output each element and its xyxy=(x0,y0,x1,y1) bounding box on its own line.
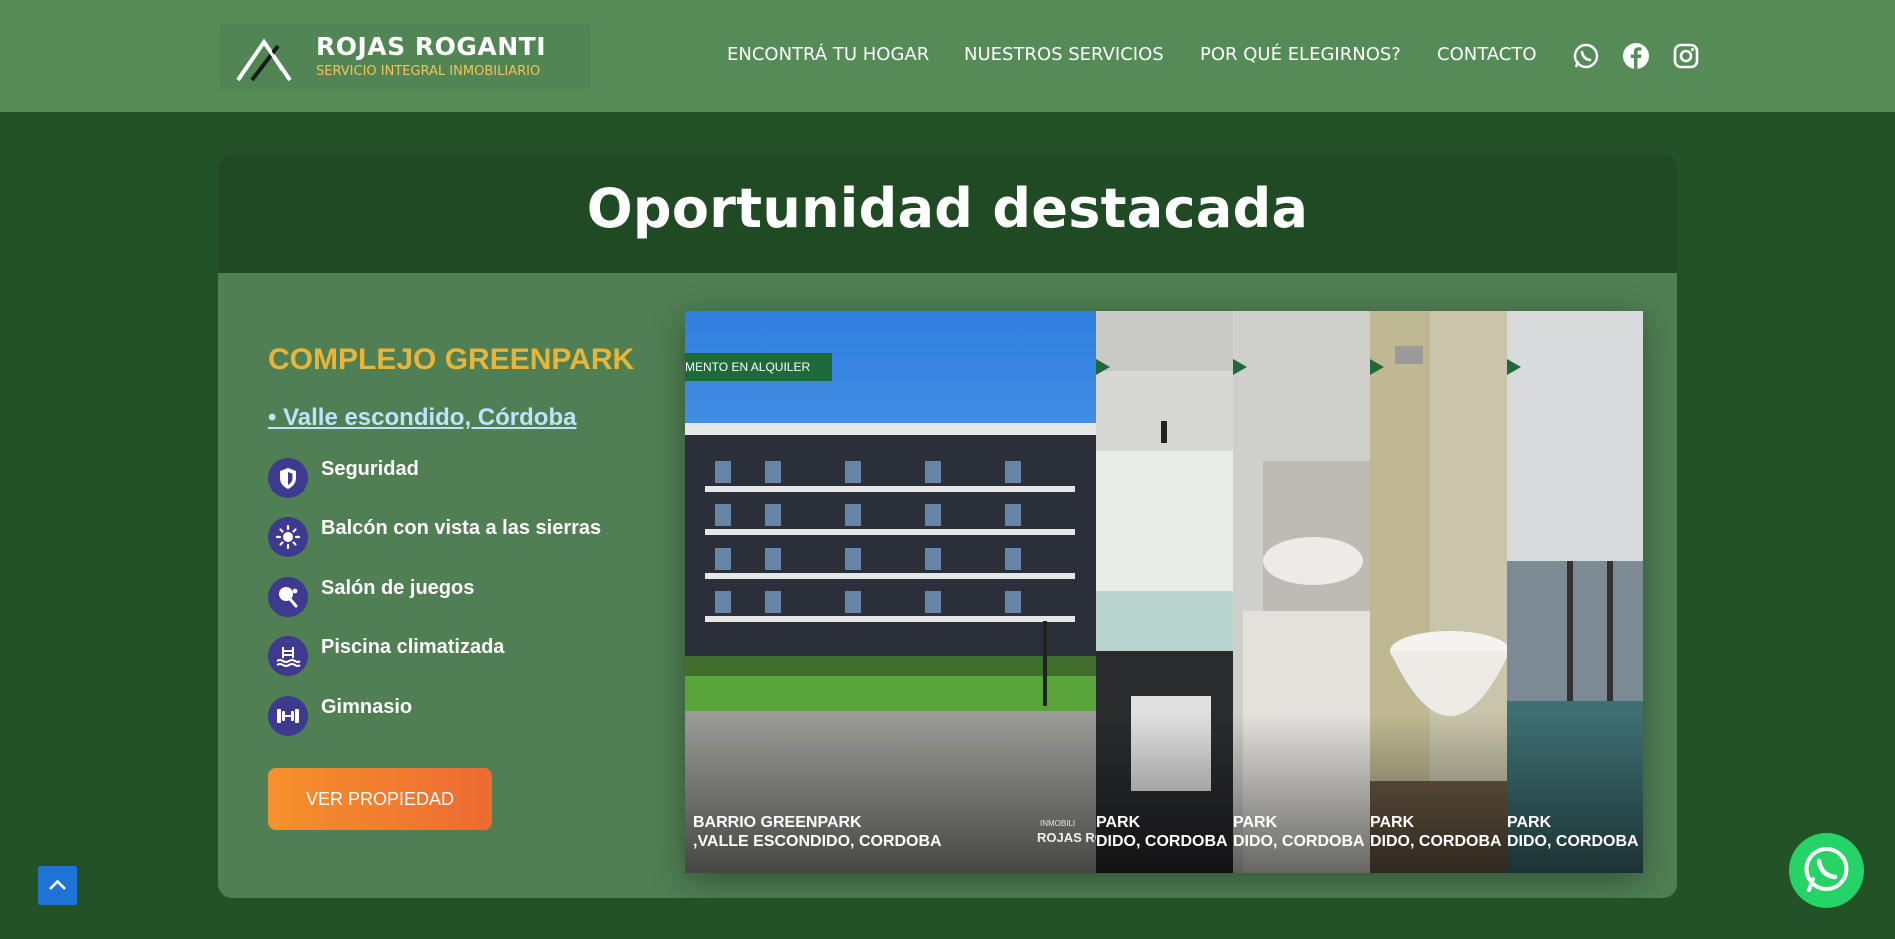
property-location-link[interactable]: • Valle escondido, Córdoba xyxy=(268,404,576,432)
feature-item: Piscina climatizada xyxy=(268,636,628,680)
slide-caption-line2: DIDO, CORDOBA xyxy=(1096,833,1228,850)
featured-header: Oportunidad destacada xyxy=(218,153,1677,273)
nav-contacto[interactable]: CONTACTO xyxy=(1437,44,1537,68)
whatsapp-icon[interactable] xyxy=(1572,42,1600,70)
feature-item: Gimnasio xyxy=(268,696,628,740)
chevron-up-icon xyxy=(49,879,66,890)
gallery-slide-bedroom[interactable]: PARK DIDO, CORDOBA xyxy=(1233,311,1370,873)
facebook-icon[interactable] xyxy=(1622,42,1650,70)
brand-name: ROJAS ROGANTI xyxy=(316,32,547,61)
instagram-icon[interactable] xyxy=(1672,42,1700,70)
nav-nuestros-servicios[interactable]: NUESTROS SERVICIOS xyxy=(964,44,1164,68)
brand-logo[interactable]: ROJAS ROGANTI SERVICIO INTEGRAL INMOBILI… xyxy=(220,24,590,90)
gallery-slide-kitchen[interactable]: PARK DIDO, CORDOBA xyxy=(1096,311,1233,873)
slide-caption-line2: DIDO, CORDOBA xyxy=(1507,833,1639,850)
tag-arrow xyxy=(1507,359,1521,375)
brand-tagline: SERVICIO INTEGRAL INMOBILIARIO xyxy=(316,64,541,79)
slide-caption-line2: DIDO, CORDOBA xyxy=(1233,833,1365,850)
ping-pong-icon xyxy=(268,577,308,617)
gallery-slide-main[interactable]: MENTO EN ALQUILER INMOBILI ROJAS RO BARR… xyxy=(685,311,1096,873)
tag-arrow xyxy=(1370,359,1384,375)
whatsapp-float-button[interactable] xyxy=(1789,833,1864,908)
property-gallery[interactable]: MENTO EN ALQUILER INMOBILI ROJAS RO BARR… xyxy=(685,311,1643,873)
slide-caption-line1: PARK xyxy=(1507,814,1552,831)
nav-encontra-tu-hogar[interactable]: ENCONTRÁ TU HOGAR xyxy=(727,44,929,68)
feature-item: Seguridad xyxy=(268,458,628,502)
house-logo-icon xyxy=(236,38,292,82)
ver-propiedad-button[interactable]: VER PROPIEDAD xyxy=(268,768,492,830)
feature-label: Gimnasio xyxy=(321,696,413,718)
slide-caption-line2: ,VALLE ESCONDIDO, CORDOBA xyxy=(693,833,942,850)
gallery-slide-pool[interactable]: PARK DIDO, CORDOBA xyxy=(1507,311,1643,873)
slide-caption-line1: PARK xyxy=(1370,814,1415,831)
feature-item: Salón de juegos xyxy=(268,577,628,621)
feature-label: Piscina climatizada xyxy=(321,636,505,658)
feature-label: Seguridad xyxy=(321,458,419,480)
slide-caption-line1: PARK xyxy=(1233,814,1278,831)
dumbbell-icon xyxy=(268,696,308,736)
slide-caption-line1: PARK xyxy=(1096,814,1141,831)
feature-label: Salón de juegos xyxy=(321,577,475,599)
tag-arrow xyxy=(1233,359,1247,375)
feature-item: Balcón con vista a las sierras xyxy=(268,517,628,561)
section-title: Oportunidad destacada xyxy=(586,177,1309,240)
featured-property-card: Oportunidad destacada COMPLEJO GREENPARK… xyxy=(218,153,1677,898)
tag-arrow xyxy=(1096,359,1110,375)
watermark-brand: ROJAS RO xyxy=(1037,830,1096,845)
sun-icon xyxy=(268,517,308,557)
feature-label: Balcón con vista a las sierras xyxy=(321,517,602,539)
watermark-small: INMOBILI xyxy=(1040,819,1076,828)
scroll-to-top-button[interactable] xyxy=(38,866,77,905)
whatsapp-icon xyxy=(1804,847,1849,892)
property-name: COMPLEJO GREENPARK xyxy=(268,343,635,376)
site-header: ROJAS ROGANTI SERVICIO INTEGRAL INMOBILI… xyxy=(0,0,1895,112)
shield-icon xyxy=(268,458,308,498)
nav-por-que-elegirnos[interactable]: POR QUÉ ELEGIRNOS? xyxy=(1200,44,1401,68)
gallery-slide-bathroom[interactable]: PARK DIDO, CORDOBA xyxy=(1370,311,1507,873)
slide-caption-line2: DIDO, CORDOBA xyxy=(1370,833,1502,850)
slide-caption-line1: BARRIO GREENPARK xyxy=(693,814,862,831)
listing-type-tag: MENTO EN ALQUILER xyxy=(685,353,833,381)
pool-icon xyxy=(268,636,308,676)
